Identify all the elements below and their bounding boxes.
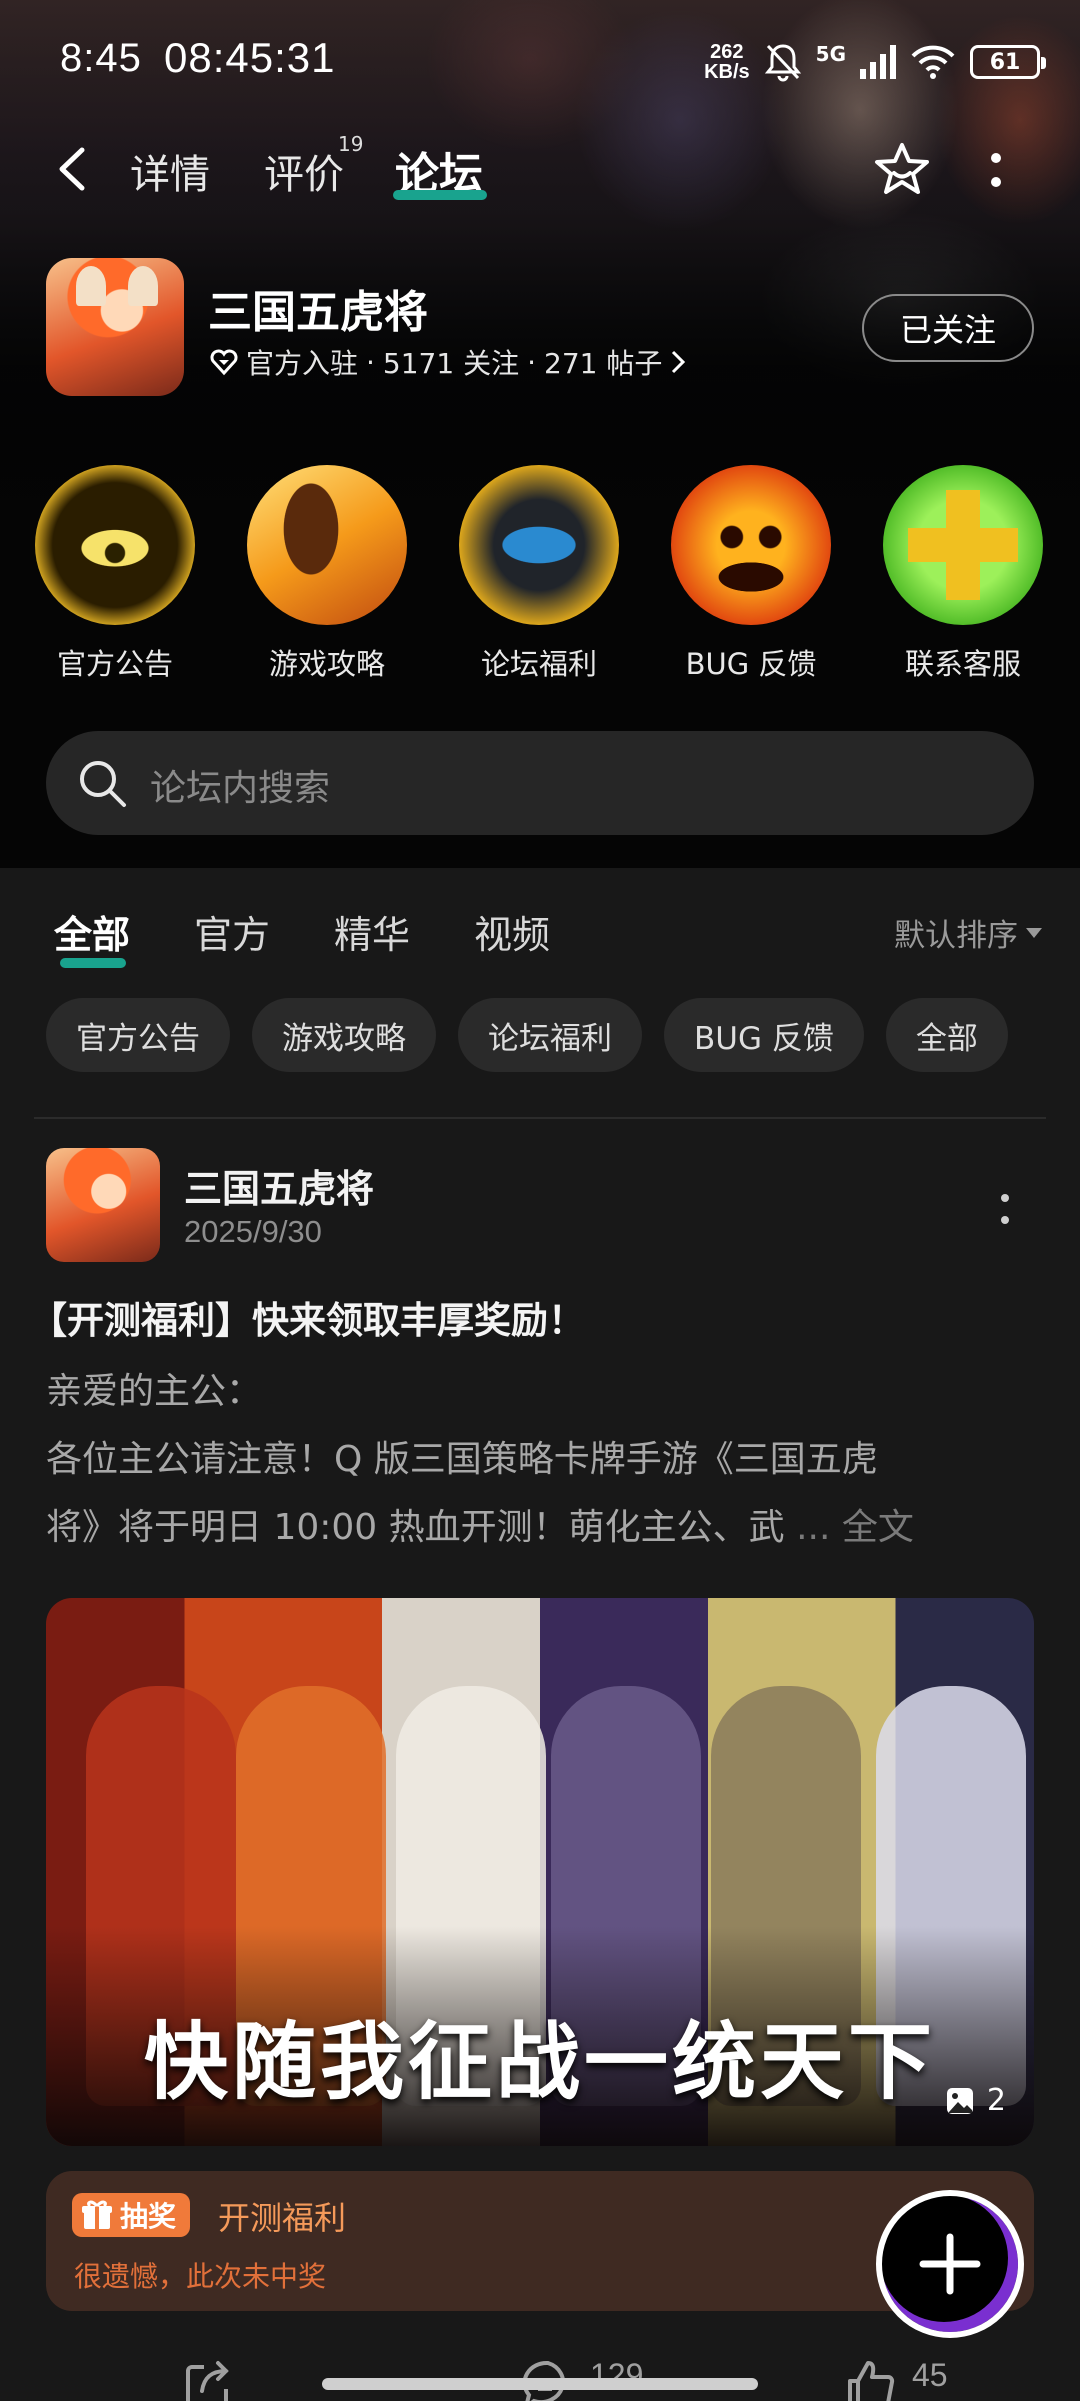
chip-all[interactable]: 全部 [885,998,1008,1072]
signal-icon [860,45,896,79]
feed-tab-indicator [60,958,126,968]
sort-dropdown[interactable]: 默认排序 [894,910,1042,955]
battery-level: 61 [989,49,1021,75]
feed-tab-all[interactable]: 全部 [54,904,130,959]
caret-down-icon [1026,927,1042,938]
share-icon [186,2361,229,2401]
lottery-result: 很遗憾，此次未中奖 [74,2260,327,2293]
followers-count: 5171 关注 [382,347,520,380]
status-bar: 8:45 08:45:31 262 KB/s 5G 61 [0,0,1080,120]
feed-tab-video[interactable]: 视频 [474,904,550,959]
post-title[interactable]: 【开测福利】快来领取丰厚奖励！ [30,1290,585,1344]
guide-icon [247,465,407,625]
image-count-badge: 2 [945,2083,1006,2118]
more-vertical-icon[interactable] [986,146,1006,196]
category-contact-support[interactable]: 联系客服 [878,465,1048,683]
category-bug-feedback[interactable]: BUG 反馈 [666,465,836,683]
posts-count: 271 帖子 [544,347,663,380]
feed-tab-official[interactable]: 官方 [194,904,270,959]
forum-search-bar[interactable]: 论坛内搜索 [46,731,1034,835]
favorite-star-icon[interactable] [872,140,932,200]
share-button[interactable] [180,2357,236,2401]
game-logo[interactable] [46,258,184,396]
battery-icon: 61 [970,45,1046,79]
chip-bug-feedback[interactable]: BUG 反馈 [664,998,864,1072]
chip-official-notice[interactable]: 官方公告 [46,998,230,1072]
chip-game-guide[interactable]: 游戏攻略 [252,998,436,1072]
welfare-icon [459,465,619,625]
game-header: 三国五虎将 官方入驻 · 5171 关注 · 271 帖子 已关注 [0,258,1080,398]
post-image[interactable]: 快随我征战一统天下 2 [46,1598,1034,2146]
category-shortcuts: 官方公告 游戏攻略 论坛福利 BUG 反馈 联系客服 [0,465,1080,685]
new-post-button[interactable] [876,2190,1076,2340]
image-caption: 快随我征战一统天下 [143,2012,936,2111]
full-text-link[interactable]: 全文 [842,1507,914,1548]
tab-review[interactable]: 评价 [264,142,344,200]
post-excerpt[interactable]: 亲爱的主公： 各位主公请注意！Q 版三国策略卡牌手游《三国五虎 将》将于明日 1… [46,1358,1036,1562]
forum-feed: 全部 官方 精华 视频 默认排序 官方公告 游戏攻略 论坛福利 BUG 反馈 全… [0,868,1080,2401]
category-game-guide[interactable]: 游戏攻略 [242,465,412,683]
plus-icon [919,2233,981,2295]
divider [34,1117,1046,1119]
top-nav: 详情 评价 19 论坛 [0,130,1080,210]
review-count-badge: 19 [338,132,364,156]
lottery-title: 开测福利 [218,2199,347,2237]
cat-eye-icon [35,465,195,625]
search-input[interactable]: 论坛内搜索 [150,759,330,811]
verified-heart-icon [210,349,238,376]
game-title: 三国五虎将 [208,287,428,338]
active-tab-indicator [393,190,487,200]
official-label: 官方入驻 [246,347,359,380]
post-author[interactable]: 三国五虎将 [184,1158,374,1213]
category-forum-welfare[interactable]: 论坛福利 [454,465,624,683]
post-date: 2025/9/30 [184,1214,322,1249]
net-speed: 262 KB/s [704,41,750,83]
status-clock: 08:45:31 [164,34,336,81]
like-button[interactable]: 45 [842,2357,948,2401]
avatar[interactable] [46,1148,160,1262]
chip-forum-welfare[interactable]: 论坛福利 [458,998,642,1072]
gift-icon [82,2200,112,2229]
sort-label: 默认排序 [894,918,1018,954]
follow-button[interactable]: 已关注 [862,294,1034,362]
home-indicator[interactable] [322,2378,758,2390]
mute-bell-icon [764,44,801,82]
chevron-right-icon [672,350,686,374]
image-icon [946,2087,973,2114]
category-official-notice[interactable]: 官方公告 [30,465,200,683]
feed-tabs: 全部 官方 精华 视频 默认排序 [0,898,1080,978]
lottery-badge: 抽奖 [72,2193,191,2237]
network-type: 5G [815,42,846,66]
status-time: 8:45 [60,36,142,80]
back-arrow-icon[interactable] [50,144,94,194]
like-count: 45 [912,2357,948,2393]
post-more-icon[interactable] [996,1190,1014,1230]
plus-cross-icon [883,465,1043,625]
wifi-icon [911,45,955,79]
feed-tab-featured[interactable]: 精华 [334,904,410,959]
game-meta[interactable]: 官方入驻 · 5171 关注 · 271 帖子 [210,342,686,382]
search-icon [80,761,126,807]
pumpkin-icon [671,465,831,625]
thumbs-up-icon [848,2361,895,2401]
filter-chips: 官方公告 游戏攻略 论坛福利 BUG 反馈 全部 [46,998,1080,1072]
tab-detail[interactable]: 详情 [130,142,210,200]
